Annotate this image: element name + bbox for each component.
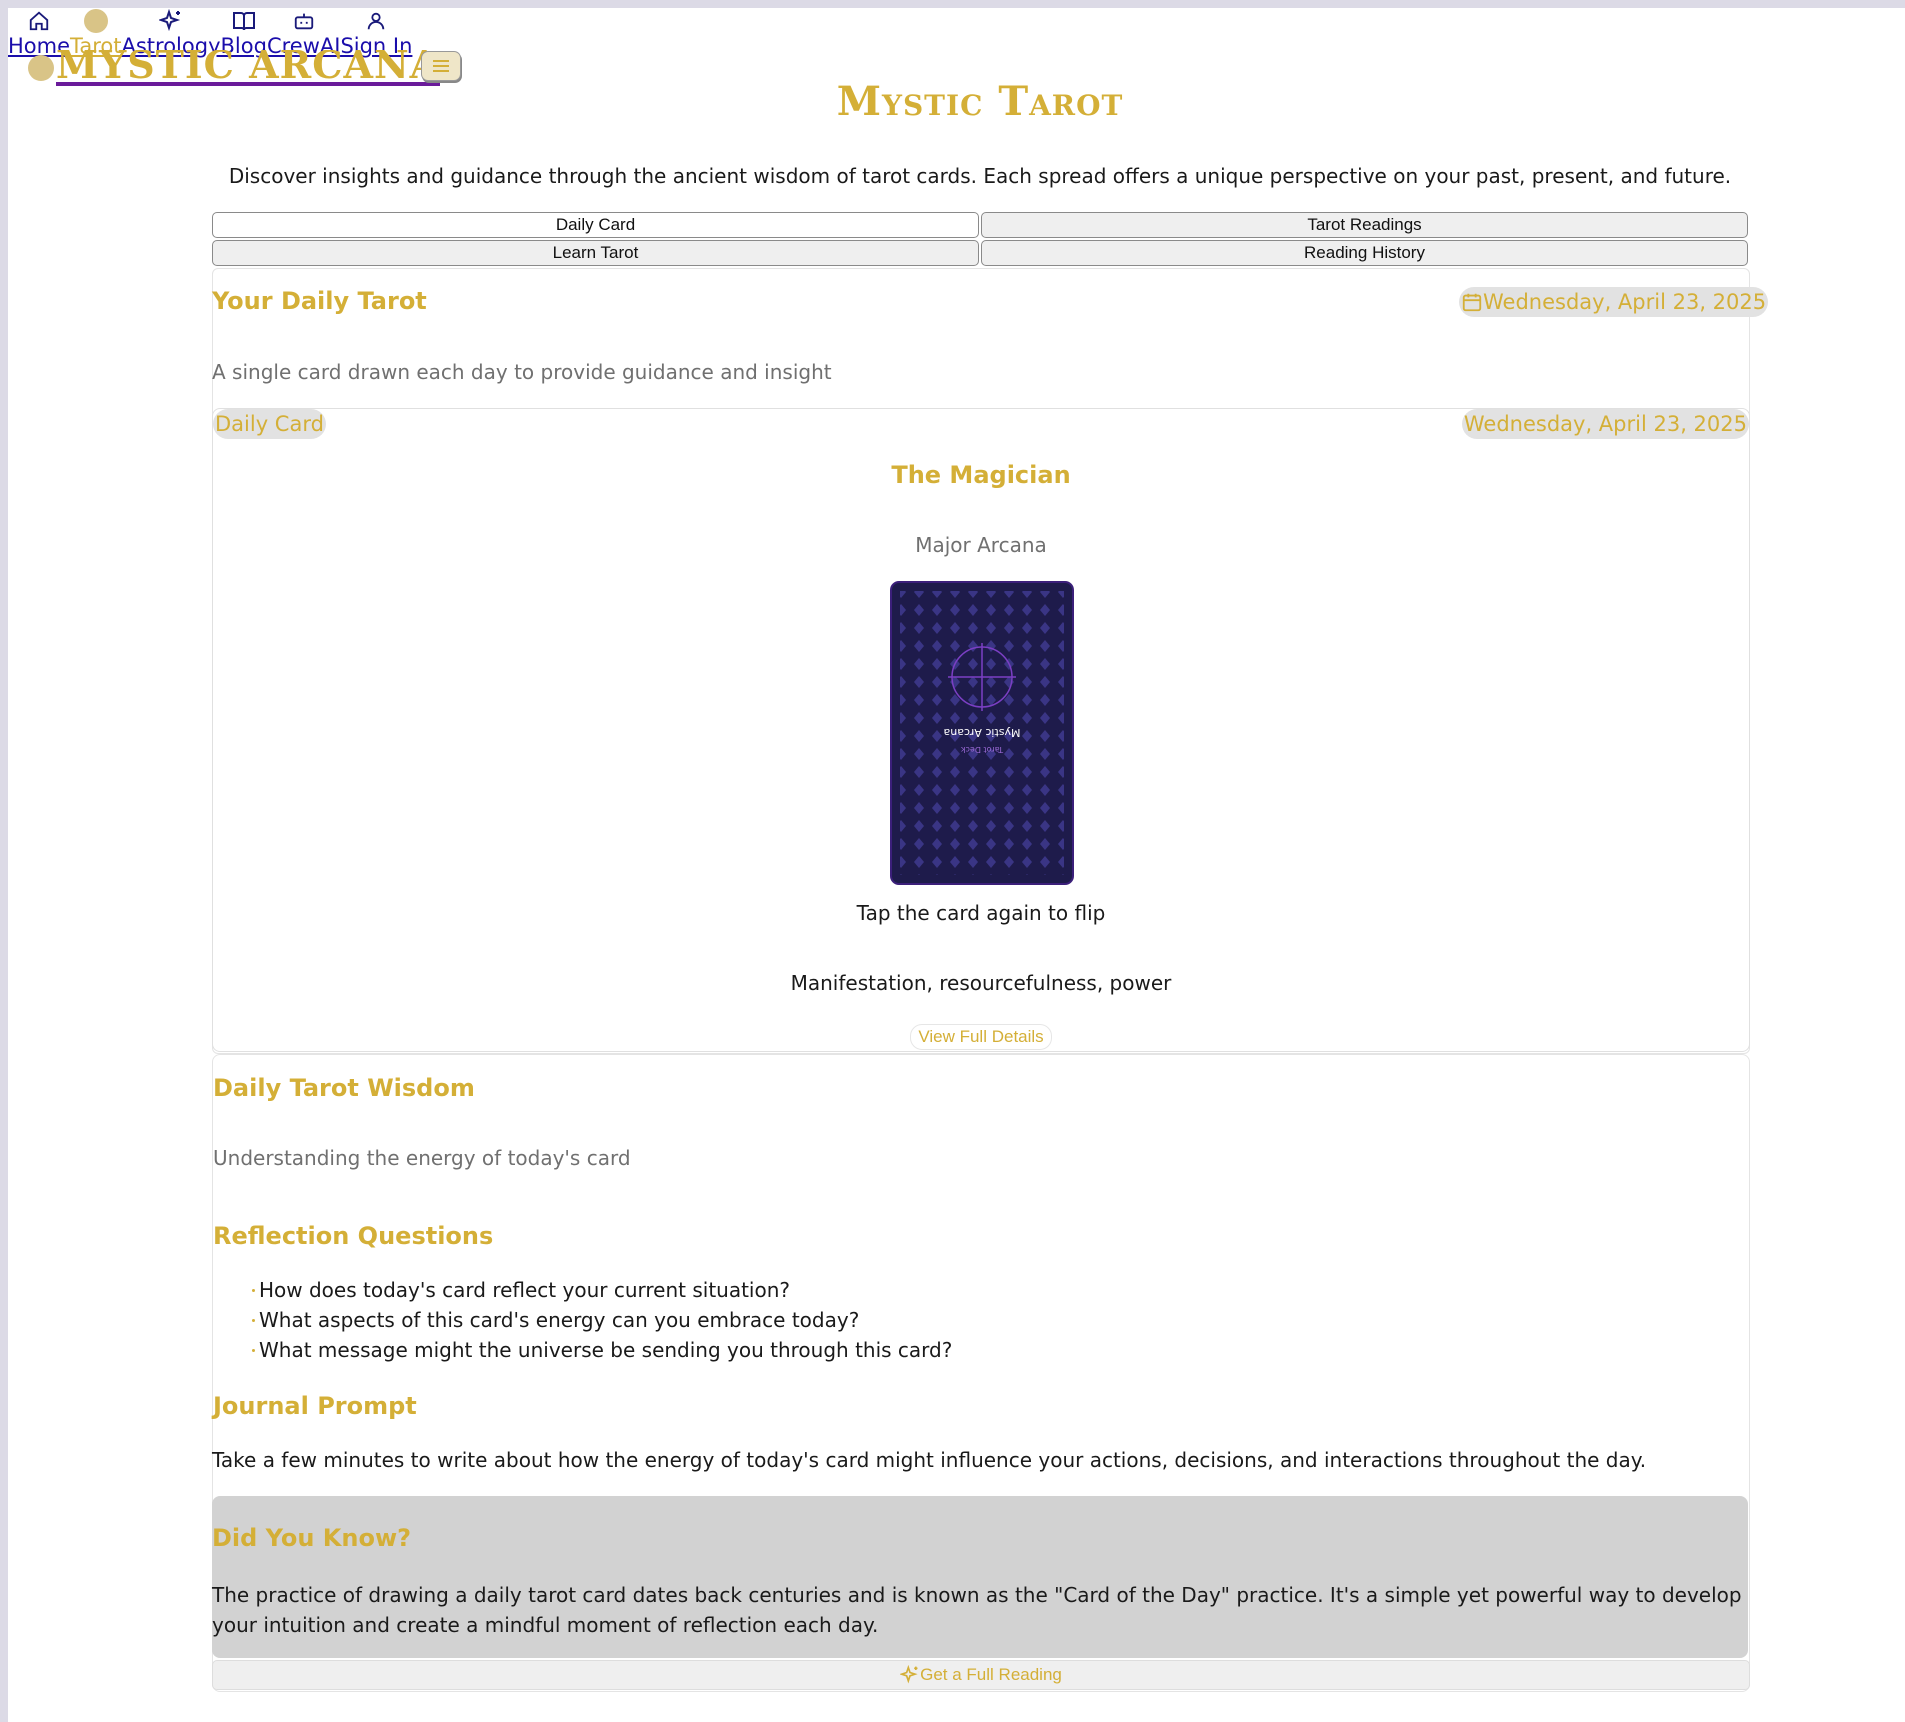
bullet-icon: [252, 1288, 255, 1292]
card-keywords: Manifestation, resourcefulness, power: [790, 971, 1172, 995]
get-full-reading-label: Get a Full Reading: [920, 1665, 1062, 1684]
window-top-border: [0, 0, 1905, 8]
page-intro: Discover insights and guidance through t…: [228, 164, 1732, 188]
did-you-know-box: Did You Know? The practice of drawing a …: [212, 1496, 1748, 1658]
book-icon: [232, 8, 256, 34]
card-arcana: Major Arcana: [915, 533, 1047, 557]
list-item: What message might the universe be sendi…: [252, 1335, 952, 1365]
window-left-border: [0, 0, 8, 1722]
user-icon: [365, 8, 387, 34]
tab-reading-history[interactable]: Reading History: [981, 240, 1748, 266]
question-text: How does today's card reflect your curre…: [259, 1278, 791, 1302]
view-details-button[interactable]: View Full Details: [910, 1024, 1052, 1050]
did-you-know-title: Did You Know?: [212, 1524, 412, 1552]
get-full-reading-button[interactable]: Get a Full Reading: [212, 1660, 1750, 1690]
card-name: The Magician: [891, 461, 1071, 489]
wisdom-subtitle: Understanding the energy of today's card: [213, 1146, 631, 1170]
sparkles-icon: [900, 1665, 918, 1684]
card-back-subtitle: Tarot Deck: [961, 745, 1005, 754]
tarot-icon: [83, 8, 108, 34]
hamburger-icon: [433, 60, 449, 72]
home-icon: [28, 8, 50, 34]
menu-button[interactable]: [421, 51, 461, 81]
bot-icon: [293, 8, 315, 34]
daily-date-text: Wednesday, April 23, 2025: [1483, 290, 1767, 314]
tarot-tabs: Daily Card Tarot Readings Learn Tarot Re…: [212, 212, 1748, 266]
card-back-title: Mystic Arcana: [944, 726, 1021, 739]
tap-hint: Tap the card again to flip: [856, 901, 1106, 925]
question-text: What message might the universe be sendi…: [259, 1338, 953, 1362]
reflection-questions-title: Reflection Questions: [213, 1222, 494, 1250]
bullet-icon: [252, 1318, 255, 1322]
tab-daily-card[interactable]: Daily Card: [212, 212, 979, 238]
calendar-icon: [1462, 293, 1482, 312]
daily-title: Your Daily Tarot: [212, 287, 427, 315]
card-back-pattern: Mystic Arcana Tarot Deck: [900, 591, 1064, 875]
tarot-card[interactable]: Mystic Arcana Tarot Deck: [890, 581, 1074, 885]
list-item: What aspects of this card's energy can y…: [252, 1305, 952, 1335]
bullet-icon: [252, 1348, 255, 1352]
tab-learn-tarot[interactable]: Learn Tarot: [212, 240, 979, 266]
journal-prompt-text: Take a few minutes to write about how th…: [212, 1448, 1647, 1472]
question-text: What aspects of this card's energy can y…: [259, 1308, 860, 1332]
daily-card-date-badge: Wednesday, April 23, 2025: [1461, 409, 1749, 439]
daily-subtitle: A single card drawn each day to provide …: [212, 360, 832, 384]
daily-date-badge: Wednesday, April 23, 2025: [1459, 287, 1769, 317]
sparkles-icon: [159, 8, 183, 34]
wisdom-title: Daily Tarot Wisdom: [213, 1074, 475, 1102]
reflection-questions-list: How does today's card reflect your curre…: [252, 1275, 952, 1365]
daily-card-badge: Daily Card: [213, 409, 326, 439]
tab-tarot-readings[interactable]: Tarot Readings: [981, 212, 1748, 238]
journal-prompt-title: Journal Prompt: [213, 1392, 417, 1420]
page-title: Mystic Tarot: [836, 78, 1124, 125]
did-you-know-text: The practice of drawing a daily tarot ca…: [212, 1583, 1742, 1637]
list-item: How does today's card reflect your curre…: [252, 1275, 952, 1305]
